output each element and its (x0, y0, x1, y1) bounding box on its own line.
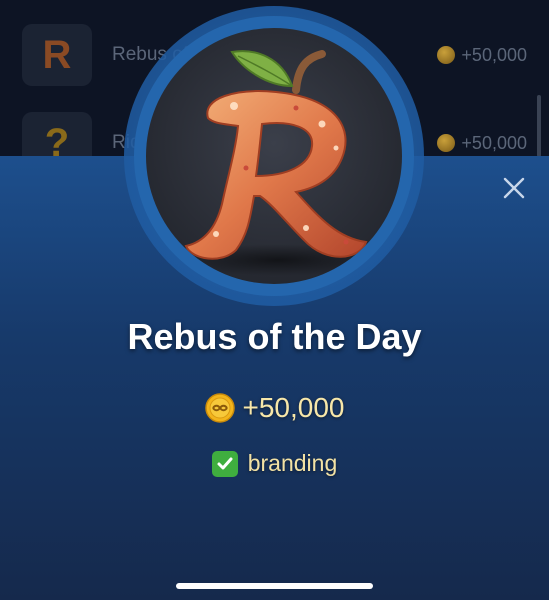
coin-icon (437, 46, 456, 64)
coin-icon (437, 134, 456, 152)
home-indicator[interactable] (176, 583, 373, 589)
check-box-icon (211, 450, 238, 477)
reward-row: +50,000 (0, 392, 549, 424)
reward-amount: +50,000 (242, 392, 345, 423)
category-tag: branding (0, 450, 549, 477)
apple-letter-r-icon (178, 50, 378, 276)
rebus-apple-letter-image (146, 28, 402, 284)
task-title: Rebus of the Day (127, 316, 422, 357)
scrollbar[interactable] (537, 95, 541, 157)
close-button[interactable] (498, 172, 530, 204)
coin-icon (204, 393, 235, 423)
list-item-reward: +50,000 (437, 133, 527, 154)
category-label: branding (247, 450, 338, 476)
list-item-reward-value: +50,000 (461, 44, 527, 65)
list-item-reward: +50,000 (437, 45, 527, 66)
close-icon (503, 177, 525, 199)
list-item-reward-value: +50,000 (461, 132, 527, 153)
rebus-thumbnail: R (22, 24, 92, 86)
